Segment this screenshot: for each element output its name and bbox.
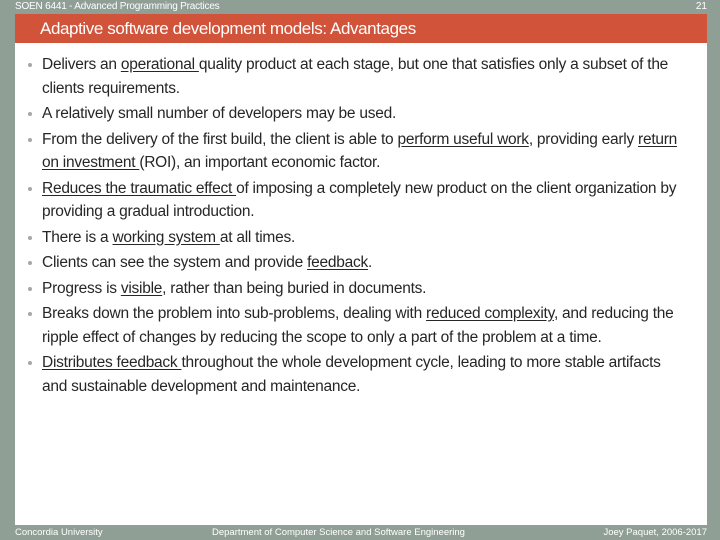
bullet-text: A relatively small number of developers … bbox=[42, 105, 397, 122]
bullet-dot-icon bbox=[28, 186, 32, 191]
bullet-text: There is a bbox=[42, 228, 113, 246]
underlined-term: reduced complexity bbox=[426, 305, 554, 322]
bullet-dot-icon bbox=[28, 137, 32, 142]
bullet-text: From the delivery of the first build, th… bbox=[42, 130, 398, 148]
bullet-text: , rather than being buried in documents. bbox=[162, 279, 427, 297]
bullet-dot-icon bbox=[28, 261, 32, 265]
bullet-text: Breaks down the problem into sub-problem… bbox=[42, 305, 427, 322]
bullet-dot-icon bbox=[28, 112, 32, 116]
bullet-item: From the delivery of the first build, th… bbox=[15, 128, 707, 175]
footer-author: Joey Paquet, 2006-2017 bbox=[603, 527, 707, 538]
bullet-item: Clients can see the system and provide f… bbox=[15, 251, 707, 275]
slide-title: Adaptive software development models: Ad… bbox=[40, 19, 416, 38]
bullet-text: Delivers an bbox=[42, 56, 121, 73]
bullet-item: Breaks down the problem into sub-problem… bbox=[15, 302, 707, 349]
bullet-dot-icon bbox=[28, 286, 32, 291]
bullet-dot-icon bbox=[28, 235, 32, 240]
bullet-item: Reduces the traumatic effect of imposing… bbox=[15, 177, 707, 224]
bullet-text: Progress is bbox=[42, 279, 121, 297]
underlined-term: visible bbox=[120, 279, 163, 297]
bullet-item: Progress is visible, rather than being b… bbox=[15, 277, 707, 301]
footer: Concordia University Department of Compu… bbox=[0, 525, 720, 540]
bullet-text: (ROI), an important economic factor. bbox=[139, 154, 381, 171]
footer-department: Department of Computer Science and Softw… bbox=[212, 527, 465, 538]
bullet-dot-icon bbox=[28, 312, 32, 316]
bullet-list: Delivers an operational quality product … bbox=[15, 43, 707, 398]
bullet-text: Clients can see the system and provide bbox=[42, 254, 308, 271]
underlined-term: working system bbox=[112, 228, 220, 246]
course-header: SOEN 6441 - Advanced Programming Practic… bbox=[15, 1, 220, 12]
bullet-text: at all times. bbox=[219, 228, 295, 246]
underlined-term: perform useful work bbox=[397, 130, 529, 148]
underlined-term: operational bbox=[120, 56, 199, 73]
bullet-dot-icon bbox=[28, 361, 32, 365]
bullet-item: Distributes feedback throughout the whol… bbox=[15, 351, 707, 398]
bullet-text: . bbox=[368, 254, 373, 271]
underlined-term: Reduces the traumatic effect bbox=[42, 179, 237, 197]
bullet-item: A relatively small number of developers … bbox=[15, 102, 707, 126]
bullet-item: There is a working system at all times. bbox=[15, 226, 707, 250]
bullet-text: , providing early bbox=[528, 130, 639, 148]
title-bar: Adaptive software development models: Ad… bbox=[15, 14, 707, 43]
slide-content: Delivers an operational quality product … bbox=[15, 43, 707, 525]
underlined-term: feedback bbox=[307, 254, 369, 271]
bullet-dot-icon bbox=[28, 63, 32, 67]
underlined-term: Distributes feedback bbox=[42, 354, 182, 371]
footer-university: Concordia University bbox=[15, 527, 103, 538]
bullet-item: Delivers an operational quality product … bbox=[15, 53, 707, 100]
page-number: 21 bbox=[695, 1, 707, 12]
